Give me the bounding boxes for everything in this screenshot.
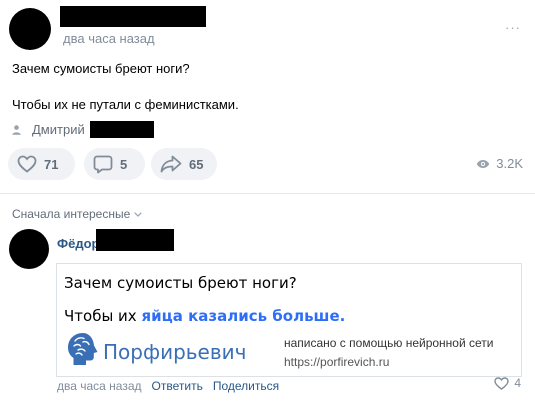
like-button[interactable]: 71 [8, 148, 75, 180]
card-answer-highlight: яйца казались больше. [141, 307, 346, 325]
comment-icon [93, 155, 113, 173]
comment-like-button[interactable]: 4 [494, 376, 521, 390]
post-avatar[interactable] [9, 8, 51, 50]
views-counter: 3.2K [476, 156, 523, 171]
comment-footer: два часа назад Ответить Поделиться [57, 379, 289, 393]
like-count: 71 [44, 156, 59, 172]
comments-sort-dropdown[interactable]: Сначала интересные [12, 207, 143, 221]
card-brand-name: Порфирьевич [103, 340, 247, 364]
more-options-icon[interactable]: ··· [505, 20, 521, 35]
heart-icon [17, 155, 37, 173]
comment-count: 5 [120, 156, 128, 172]
reply-link[interactable]: Ответить [152, 379, 203, 393]
share-button[interactable]: 65 [151, 148, 217, 180]
comment-avatar[interactable] [9, 229, 49, 269]
porfirevich-card[interactable]: Зачем сумоисты бреют ноги? Чтобы их яйца… [56, 263, 522, 377]
signer-surname-redacted [89, 121, 154, 138]
person-icon [12, 124, 21, 135]
post-text-line-1: Зачем сумоисты бреют ноги? [12, 61, 190, 76]
share-count: 65 [189, 156, 204, 172]
comment-button[interactable]: 5 [84, 148, 145, 180]
comment-time[interactable]: два часа назад [57, 379, 142, 393]
post-author-redacted[interactable] [60, 6, 206, 27]
post-text-line-2: Чтобы их не путали с феминистками. [12, 97, 239, 112]
comment-author-surname-redacted [96, 229, 174, 251]
post-time[interactable]: два часа назад [63, 31, 155, 46]
post-signer[interactable]: Дмитрий [12, 121, 154, 138]
card-url[interactable]: https://porfirevich.ru [284, 355, 389, 369]
chevron-down-icon [134, 211, 143, 217]
signer-name[interactable]: Дмитрий [32, 122, 85, 137]
comment-like-count: 4 [514, 376, 521, 390]
views-count: 3.2K [496, 156, 523, 171]
card-answer: Чтобы их яйца казались больше. [64, 307, 345, 325]
comment-author[interactable]: Фёдор [57, 236, 99, 251]
share-comment-link[interactable]: Поделиться [213, 379, 279, 393]
card-question: Зачем сумоисты бреют ноги? [64, 274, 297, 292]
brain-head-logo-icon [68, 333, 98, 365]
section-divider [0, 193, 535, 194]
eye-icon [477, 159, 490, 168]
sort-label[interactable]: Сначала интересные [12, 207, 130, 221]
card-note: написано с помощью нейронной сети [284, 336, 494, 350]
heart-icon [494, 376, 510, 390]
share-arrow-icon [160, 155, 182, 173]
card-answer-prefix: Чтобы их [64, 307, 142, 325]
